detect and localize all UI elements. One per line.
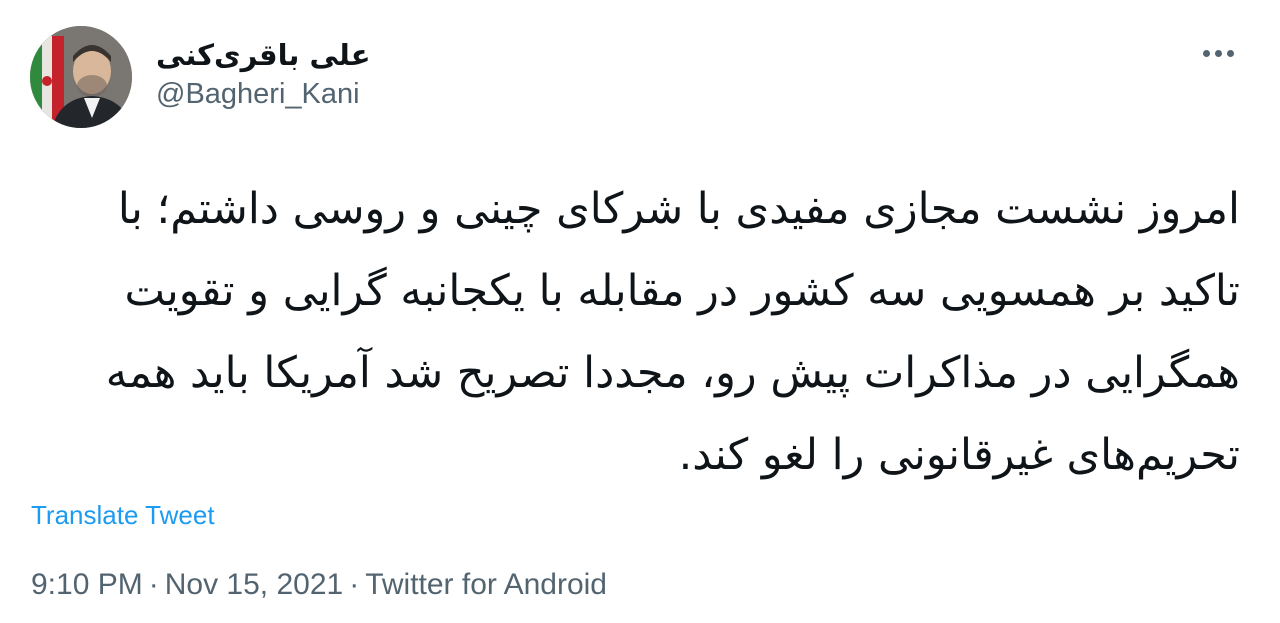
author-display-name[interactable]: علی باقری‌کنی bbox=[156, 38, 376, 72]
author-handle[interactable]: @Bagheri_Kani bbox=[156, 78, 360, 111]
tweet-card: علی باقری‌کنی @Bagheri_Kani امروز نشست م… bbox=[0, 0, 1280, 623]
tweet-source[interactable]: Twitter for Android bbox=[365, 568, 607, 601]
tweet-time[interactable]: 9:10 PM bbox=[31, 568, 143, 601]
tweet-metadata: 9:10 PM · Nov 15, 2021 · Twitter for Android bbox=[31, 568, 607, 602]
meta-separator: · bbox=[349, 568, 360, 601]
avatar-image bbox=[30, 26, 132, 128]
avatar[interactable] bbox=[30, 26, 132, 128]
more-dot bbox=[1214, 49, 1222, 57]
tweet-date[interactable]: Nov 15, 2021 bbox=[165, 568, 343, 601]
tweet-text: امروز نشست مجازی مفیدی با شرکای چینی و ر… bbox=[105, 184, 1240, 480]
translate-tweet-link[interactable]: Translate Tweet bbox=[31, 500, 215, 531]
more-dot bbox=[1226, 49, 1234, 57]
more-horizontal-icon[interactable] bbox=[1196, 36, 1240, 70]
meta-separator: · bbox=[148, 568, 159, 601]
more-dot bbox=[1202, 49, 1210, 57]
